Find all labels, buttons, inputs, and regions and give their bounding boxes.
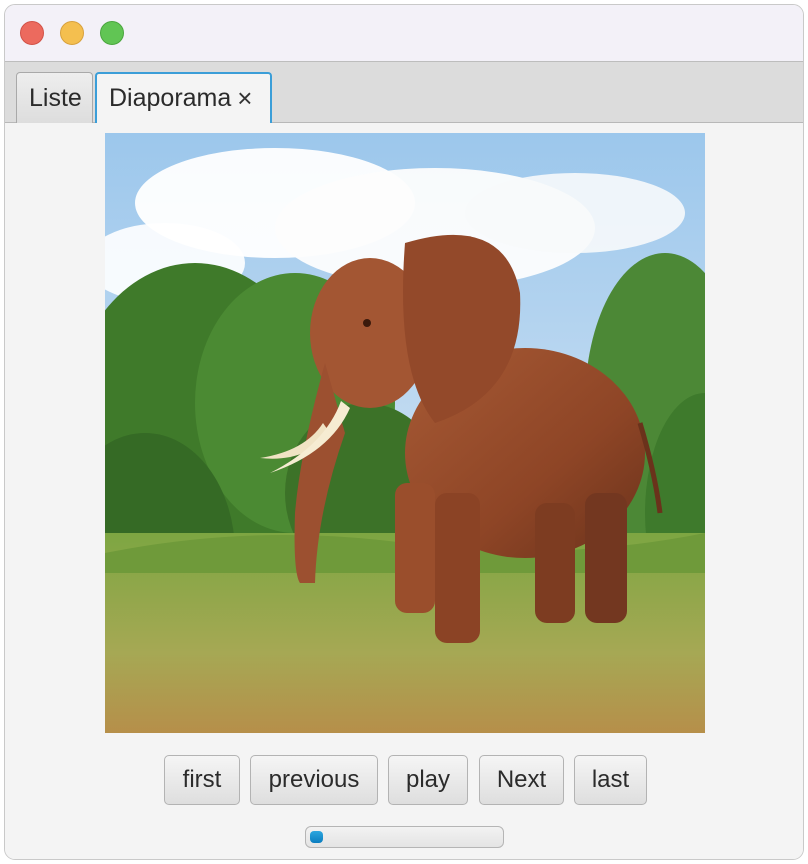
tab-liste-label: Liste — [29, 84, 82, 112]
tab-liste[interactable]: Liste — [16, 72, 93, 123]
first-button[interactable]: first — [164, 755, 240, 805]
progress-fill — [310, 831, 323, 843]
app-window: Liste Diaporama × first previous play Ne… — [4, 4, 804, 860]
minimize-window-button[interactable] — [60, 21, 84, 45]
title-bar — [5, 5, 803, 62]
tab-bar: Liste Diaporama × — [5, 62, 803, 124]
elephant-photo — [105, 133, 705, 733]
slideshow-controls: first previous play Next last — [5, 755, 803, 805]
last-button[interactable]: last — [574, 755, 647, 805]
zoom-window-button[interactable] — [100, 21, 124, 45]
close-tab-icon[interactable]: × — [237, 74, 252, 122]
next-button[interactable]: Next — [479, 755, 564, 805]
slideshow-image — [105, 133, 705, 733]
tab-diaporama[interactable]: Diaporama × — [95, 72, 272, 124]
slideshow-progress-bar — [305, 826, 504, 848]
play-button[interactable]: play — [388, 755, 468, 805]
tab-diaporama-label: Diaporama — [109, 84, 232, 112]
close-window-button[interactable] — [20, 21, 44, 45]
previous-button[interactable]: previous — [250, 755, 378, 805]
slideshow-panel: first previous play Next last — [5, 123, 803, 859]
